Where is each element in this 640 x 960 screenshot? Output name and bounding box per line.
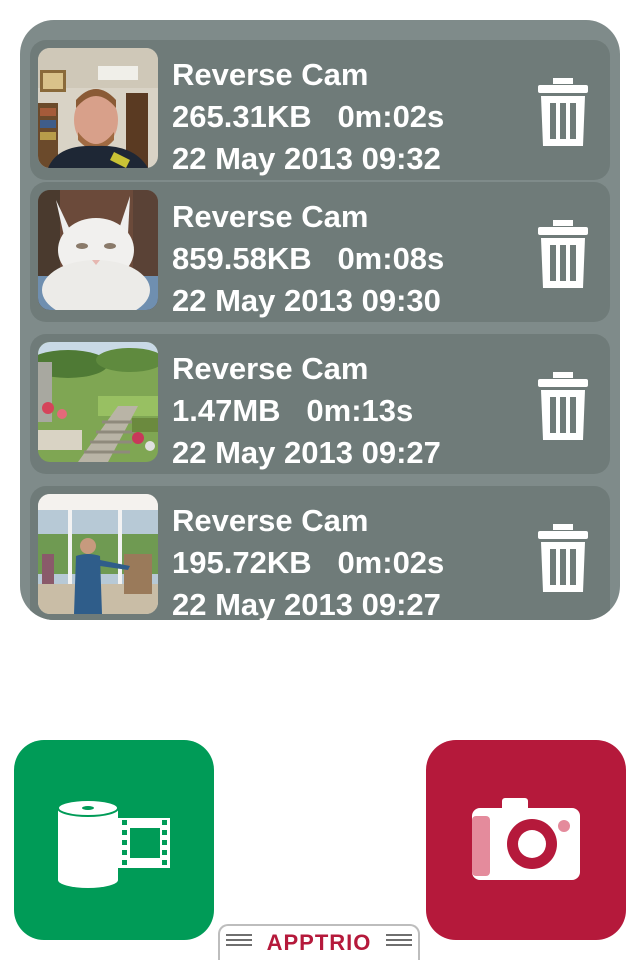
logo-decoration bbox=[386, 934, 412, 948]
list-item[interactable]: Reverse Cam 195.72KB 0m:02s 22 May 2013 … bbox=[30, 486, 610, 620]
white-cat-thumbnail bbox=[38, 190, 158, 310]
video-date: 22 May 2013 09:32 bbox=[172, 141, 441, 176]
video-size: 265.31KB bbox=[172, 99, 312, 134]
video-size-duration: 195.72KB 0m:02s bbox=[172, 542, 444, 584]
video-thumbnail[interactable] bbox=[38, 190, 158, 310]
video-list: Reverse Cam 265.31KB 0m:02s 22 May 2013 … bbox=[20, 20, 620, 620]
video-size-duration: 265.31KB 0m:02s bbox=[172, 96, 444, 138]
apptrio-logo[interactable]: APPTRIO bbox=[218, 924, 420, 960]
delete-button[interactable] bbox=[535, 76, 591, 148]
video-thumbnail[interactable] bbox=[38, 48, 158, 168]
trash-icon bbox=[538, 220, 588, 288]
video-date: 22 May 2013 09:27 bbox=[172, 435, 441, 470]
trash-icon bbox=[538, 524, 588, 592]
camera-icon bbox=[472, 798, 580, 880]
man-selfie-thumbnail bbox=[38, 48, 158, 168]
video-size: 195.72KB bbox=[172, 545, 312, 580]
video-duration: 0m:08s bbox=[337, 241, 445, 276]
video-title: Reverse Cam bbox=[172, 199, 369, 234]
video-title: Reverse Cam bbox=[172, 503, 369, 538]
video-size-duration: 1.47MB 0m:13s bbox=[172, 390, 441, 432]
delete-button[interactable] bbox=[535, 218, 591, 290]
video-info: Reverse Cam 1.47MB 0m:13s 22 May 2013 09… bbox=[172, 348, 441, 474]
video-info: Reverse Cam 195.72KB 0m:02s 22 May 2013 … bbox=[172, 500, 444, 620]
video-info: Reverse Cam 265.31KB 0m:02s 22 May 2013 … bbox=[172, 54, 444, 180]
video-thumbnail[interactable] bbox=[38, 494, 158, 614]
video-title: Reverse Cam bbox=[172, 57, 369, 92]
video-size: 1.47MB bbox=[172, 393, 281, 428]
woman-doorway-thumbnail bbox=[38, 494, 158, 614]
list-item[interactable]: Reverse Cam 265.31KB 0m:02s 22 May 2013 … bbox=[30, 40, 610, 180]
video-duration: 0m:13s bbox=[306, 393, 414, 428]
delete-button[interactable] bbox=[535, 522, 591, 594]
video-date: 22 May 2013 09:27 bbox=[172, 587, 441, 620]
video-size: 859.58KB bbox=[172, 241, 312, 276]
video-date: 22 May 2013 09:30 bbox=[172, 283, 441, 318]
list-item[interactable]: Reverse Cam 859.58KB 0m:08s 22 May 2013 … bbox=[30, 182, 610, 322]
film-roll-icon bbox=[57, 799, 170, 888]
video-thumbnail[interactable] bbox=[38, 342, 158, 462]
videos-button[interactable] bbox=[14, 740, 214, 940]
trash-icon bbox=[538, 372, 588, 440]
video-title: Reverse Cam bbox=[172, 351, 369, 386]
trash-icon bbox=[538, 78, 588, 146]
video-size-duration: 859.58KB 0m:08s bbox=[172, 238, 444, 280]
camera-button[interactable] bbox=[426, 740, 626, 940]
video-duration: 0m:02s bbox=[337, 99, 445, 134]
video-duration: 0m:02s bbox=[337, 545, 445, 580]
delete-button[interactable] bbox=[535, 370, 591, 442]
video-info: Reverse Cam 859.58KB 0m:08s 22 May 2013 … bbox=[172, 196, 444, 322]
list-item[interactable]: Reverse Cam 1.47MB 0m:13s 22 May 2013 09… bbox=[30, 334, 610, 474]
garden-thumbnail bbox=[38, 342, 158, 462]
